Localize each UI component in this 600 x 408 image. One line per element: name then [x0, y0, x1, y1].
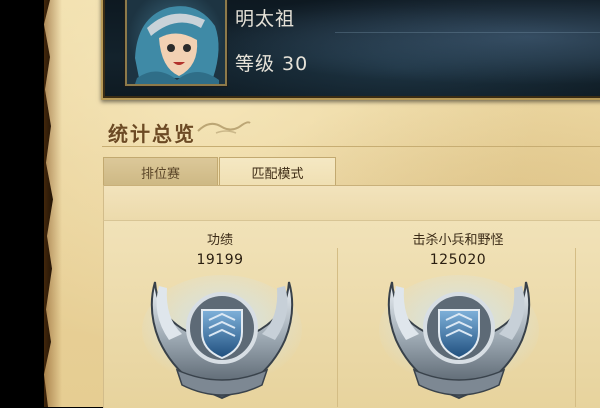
tab-normal-mode[interactable]: 匹配模式	[219, 157, 336, 187]
stat-label-achievement: 功绩	[206, 233, 233, 248]
summoner-portrait-icon[interactable]	[125, 0, 227, 86]
column-divider	[337, 248, 338, 407]
banner-divider	[335, 32, 600, 33]
tab-content-bar	[103, 185, 600, 221]
tab-ranked[interactable]: 排位赛	[103, 157, 218, 186]
stat-value-minion-kills: 125020	[429, 252, 487, 268]
silver-shield-emblem-icon	[142, 275, 302, 400]
player-name: 明太祖	[235, 8, 296, 30]
stats-section-title: 统计总览	[108, 122, 196, 146]
stat-value-achievement: 19199	[196, 252, 244, 268]
ornament-swirl-icon	[197, 121, 251, 134]
silver-shield-emblem-icon	[379, 275, 539, 400]
section-rule	[102, 146, 600, 147]
column-divider	[575, 248, 576, 407]
player-level: 等级 30	[235, 53, 309, 75]
stat-label-minion-kills: 击杀小兵和野怪	[412, 233, 504, 248]
